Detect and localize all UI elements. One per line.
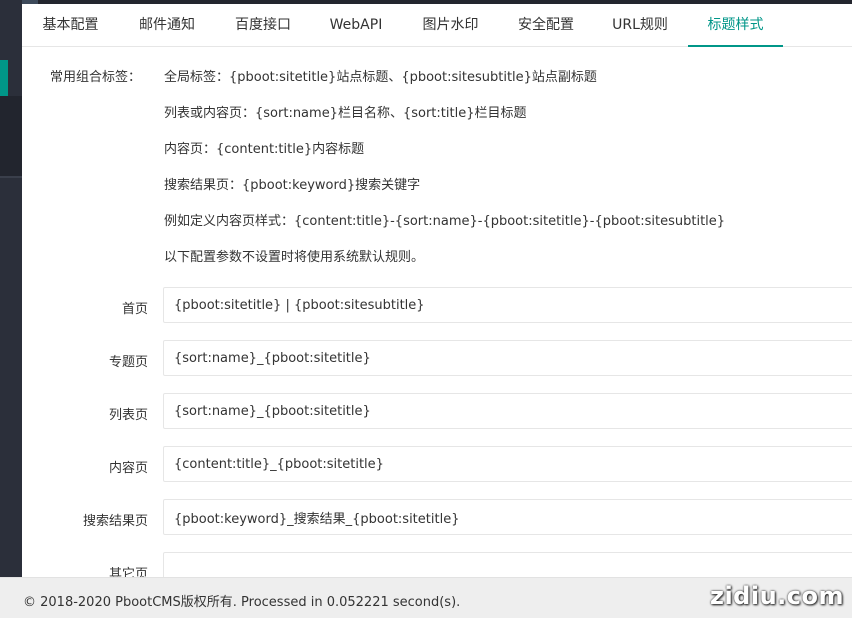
- combo-note-global: 全局标签：{pboot:sitetitle}站点标题、{pboot:sitesu…: [164, 70, 597, 85]
- combo-note-list: 列表或内容页：{sort:name}栏目名称、{sort:title}栏目标题: [164, 106, 527, 121]
- tab-url-rules[interactable]: URL规则: [592, 4, 688, 46]
- sidebar-active-marker: [0, 60, 8, 96]
- tab-bar: 基本配置 邮件通知 百度接口 WebAPI 图片水印 安全配置 URL规则 标题…: [22, 4, 852, 47]
- tab-basic-config[interactable]: 基本配置: [22, 4, 119, 46]
- tab-security-config[interactable]: 安全配置: [500, 4, 592, 46]
- combo-note-default: 以下配置参数不设置时将使用系统默认规则。: [164, 250, 425, 265]
- home-title-input[interactable]: [163, 287, 852, 323]
- content-title-input[interactable]: [163, 446, 852, 482]
- footer: © 2018-2020 PbootCMS版权所有. Processed in 0…: [0, 577, 852, 618]
- tab-image-watermark[interactable]: 图片水印: [401, 4, 500, 46]
- watermark-logo: zidiu.com: [709, 582, 844, 610]
- field-label-content: 内容页: [108, 461, 148, 476]
- combo-tags-label: 常用组合标签：: [50, 70, 142, 85]
- topic-title-input[interactable]: [163, 340, 852, 376]
- other-title-input[interactable]: [163, 552, 852, 577]
- field-label-topic: 专题页: [108, 355, 148, 370]
- field-label-list: 列表页: [108, 408, 148, 423]
- list-title-input[interactable]: [163, 393, 852, 429]
- search-title-input[interactable]: [163, 499, 852, 535]
- main-content: 基本配置 邮件通知 百度接口 WebAPI 图片水印 安全配置 URL规则 标题…: [22, 4, 852, 577]
- combo-note-search: 搜索结果页：{pboot:keyword}搜索关键字: [164, 178, 421, 193]
- tab-baidu-api[interactable]: 百度接口: [215, 4, 311, 46]
- sidebar-edge: [0, 0, 22, 617]
- sidebar-item-block[interactable]: [0, 96, 22, 176]
- tab-webapi[interactable]: WebAPI: [311, 4, 401, 46]
- tab-title-style[interactable]: 标题样式: [688, 4, 783, 47]
- tab-email-notify[interactable]: 邮件通知: [119, 4, 215, 46]
- sidebar-divider: [0, 176, 22, 178]
- footer-copyright: © 2018-2020 PbootCMS版权所有. Processed in 0…: [23, 595, 461, 610]
- field-label-other: 其它页: [108, 567, 148, 577]
- field-label-home: 首页: [121, 302, 148, 317]
- combo-note-example: 例如定义内容页样式：{content:title}-{sort:name}-{p…: [164, 214, 726, 229]
- combo-note-content: 内容页：{content:title}内容标题: [164, 142, 365, 157]
- field-label-search: 搜索结果页: [82, 514, 148, 529]
